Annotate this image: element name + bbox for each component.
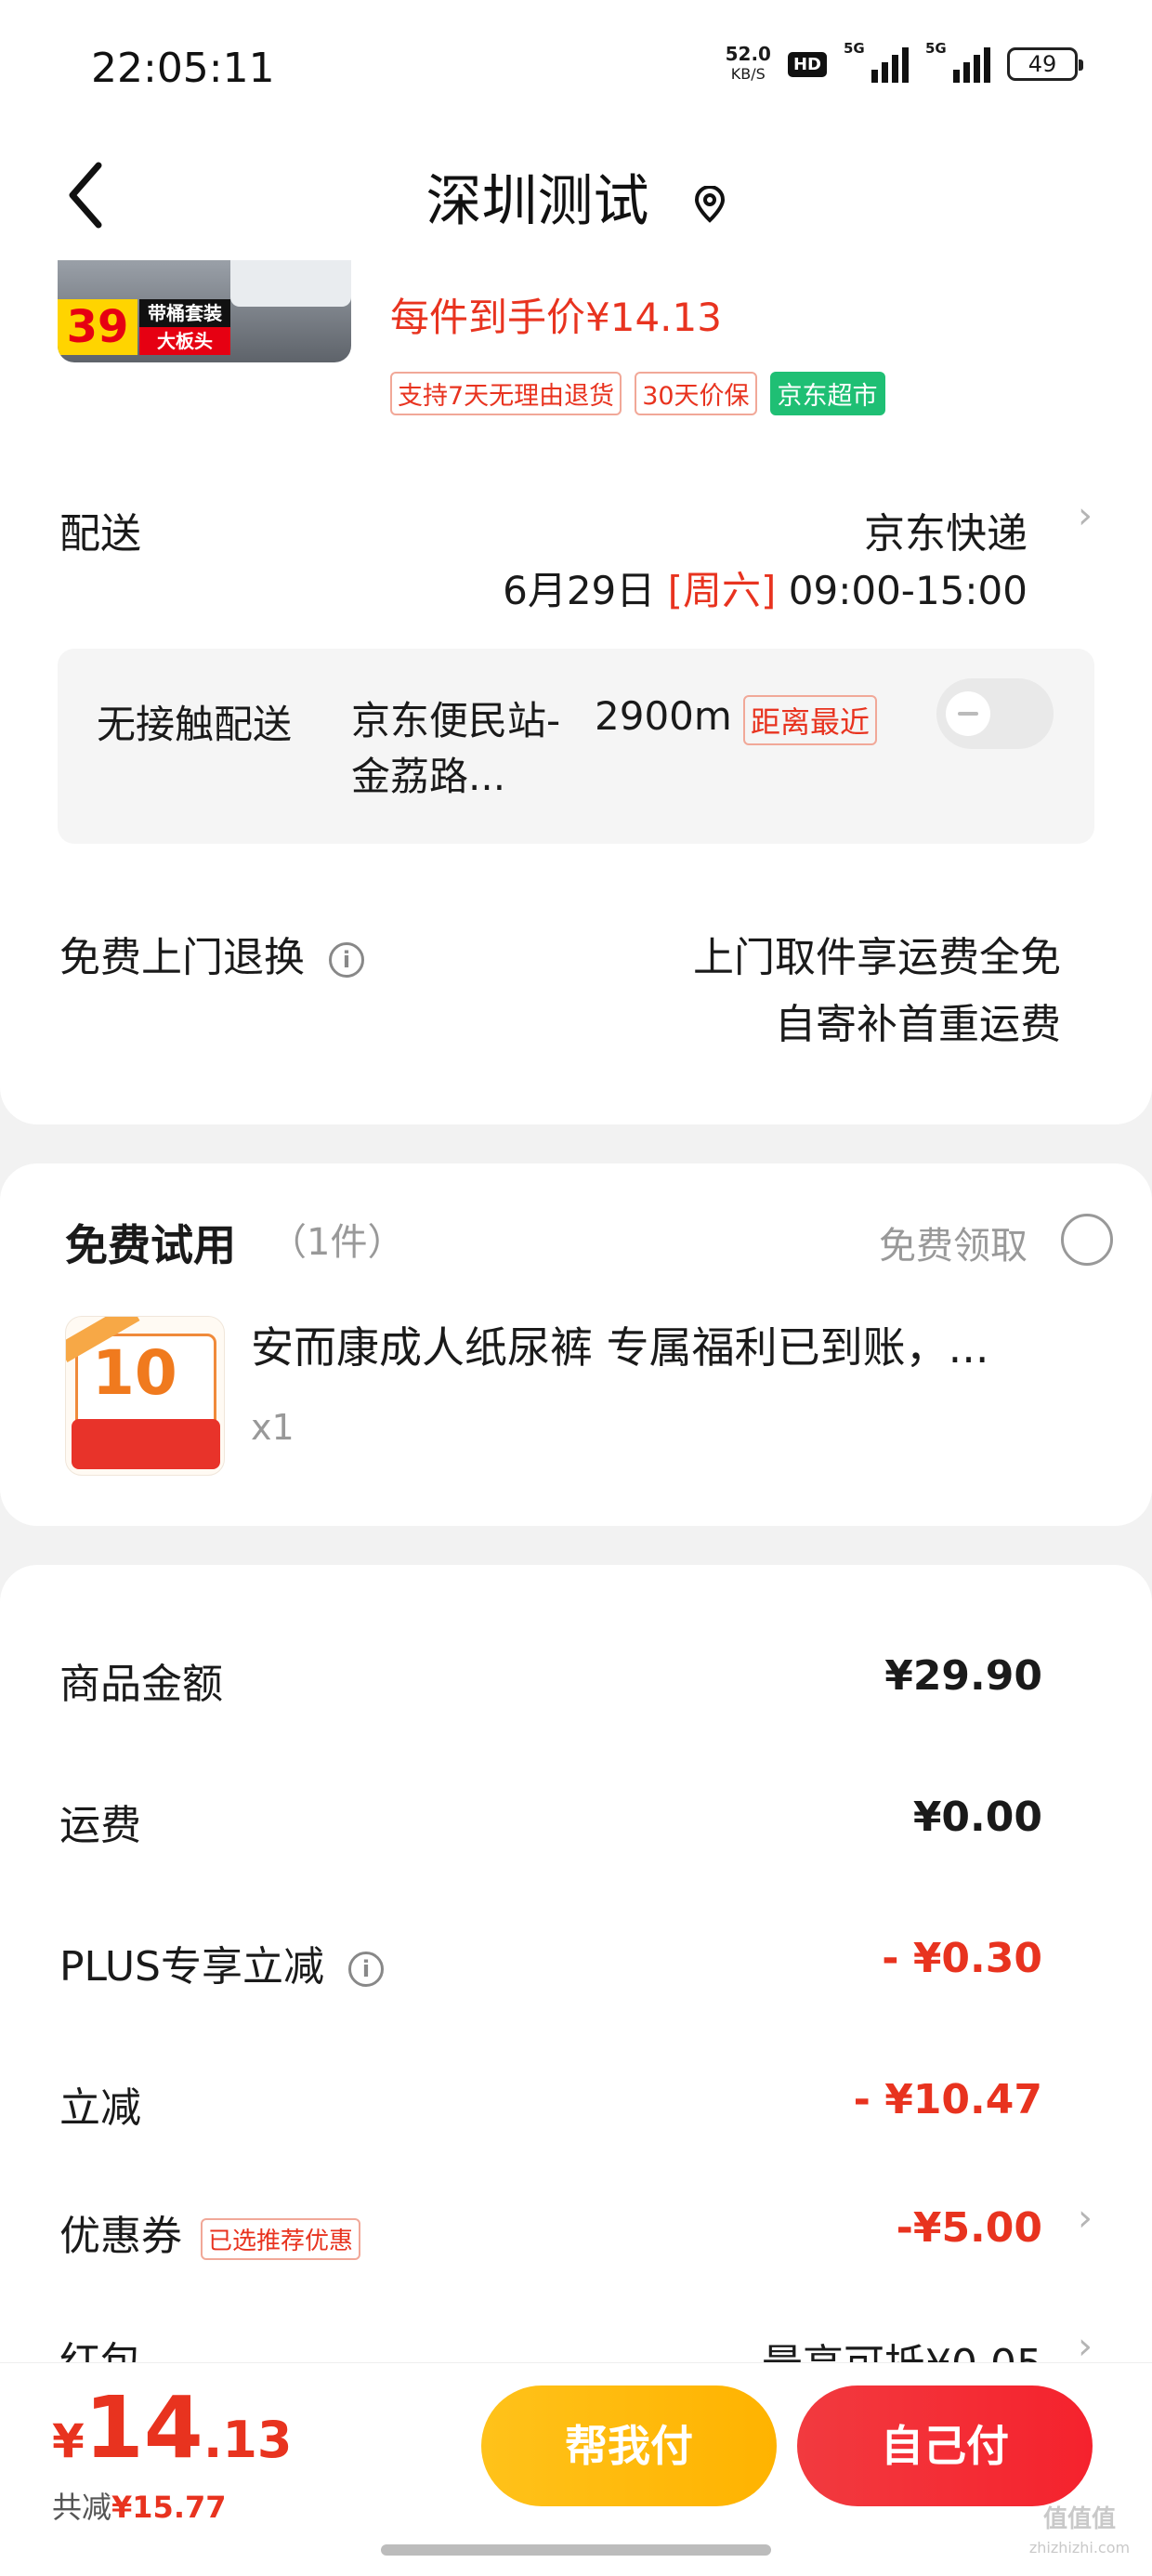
trial-count: （1件） [269, 1221, 405, 1264]
watermark-sub: zhizhizhi.com [1028, 2539, 1131, 2556]
product-image-tub [230, 260, 351, 307]
signal-label-2: 5G [925, 40, 947, 57]
coupon-row[interactable]: 优惠券 已选推荐优惠 [59, 2202, 361, 2262]
total-saved: 共减¥15.77 [52, 2484, 227, 2527]
plus-discount-label: PLUS专享立减 [59, 1943, 324, 1991]
pickup-station: 京东便民站-金荔路... [351, 698, 561, 799]
total-decimal: .13 [203, 2411, 293, 2469]
plus-discount-row: PLUS专享立减 i [59, 1933, 384, 1992]
delivery-date: 6月29日 [503, 568, 656, 613]
thumb-tag-size: 大板头 [139, 327, 230, 355]
signal-icon-2: 5G [925, 40, 990, 83]
trial-claim-label: 免费领取 [879, 1225, 1028, 1268]
goods-amount-value: ¥29.90 [884, 1652, 1042, 1700]
contactless-label: 无接触配送 [97, 702, 293, 747]
thumb-tag-bucket: 带桶套装 [139, 299, 230, 327]
network-speed: 52.0 KB/S [726, 45, 771, 84]
trial-item-name[interactable]: 安而康成人纸尿裤 专属福利已到账，... [251, 1314, 1031, 1375]
battery-icon: 49 [1007, 47, 1083, 81]
delivery-window: 09:00-15:00 [788, 568, 1028, 613]
coupon-image[interactable]: 10 [65, 1316, 225, 1476]
contactless-toggle[interactable] [936, 678, 1054, 749]
saved-label: 共减 [52, 2490, 112, 2525]
total-price: ¥14.13 [52, 2378, 293, 2477]
coupon-value: 10 [92, 1337, 177, 1409]
nearest-tag: 距离最近 [743, 695, 878, 745]
info-icon[interactable]: i [348, 1952, 384, 1987]
free-return-label: 免费上门退换 [59, 934, 305, 981]
trial-item-qty: x1 [251, 1407, 295, 1448]
shipping-fee-value: ¥0.00 [912, 1794, 1042, 1841]
hd-icon: HD [787, 51, 827, 77]
saved-value: ¥15.77 [111, 2490, 227, 2525]
contactless-delivery-box: 无接触配送 京东便民站-金荔路... 2900m 距离最近 [58, 649, 1094, 844]
help-me-pay-button[interactable]: 帮我付 [481, 2385, 777, 2506]
service-badges: 支持7天无理由退货 30天价保 京东超市 [390, 372, 885, 415]
instant-discount-label: 立减 [59, 2084, 141, 2132]
home-indicator[interactable] [381, 2544, 771, 2556]
price-summary-card: 商品金额 ¥29.90 运费 ¥0.00 PLUS专享立减 i - ¥0.30 立… [0, 1565, 1152, 2401]
info-icon[interactable]: i [329, 942, 364, 978]
return-self-send-text: 自寄补首重运费 [775, 1001, 1061, 1048]
trial-claim-radio[interactable] [1061, 1214, 1113, 1266]
status-icons: 52.0 KB/S HD 5G 5G 49 [726, 40, 1083, 84]
toggle-knob [946, 691, 990, 736]
product-thumbnail[interactable]: 39 带桶套装 大板头 [58, 260, 351, 362]
status-time: 22:05:11 [91, 45, 275, 92]
order-info-card: 39 带桶套装 大板头 每件到手价¥14.13 支持7天无理由退货 30天价保 … [0, 251, 1152, 1124]
status-bar: 22:05:11 52.0 KB/S HD 5G 5G 49 [0, 0, 1152, 139]
thumb-price-badge: 39 [58, 299, 137, 355]
return-pickup-text: 上门取件享运费全免 [693, 934, 1061, 981]
network-speed-value: 52.0 [725, 43, 771, 65]
coupon-label: 优惠券 [59, 2213, 182, 2260]
signal-label: 5G [844, 40, 865, 57]
goods-amount-label: 商品金额 [59, 1661, 223, 1708]
page-title[interactable]: 深圳测试 [0, 156, 1152, 237]
chevron-right-icon[interactable]: › [1078, 494, 1093, 537]
chevron-right-icon[interactable]: › [1078, 2197, 1093, 2240]
instant-discount-value: - ¥10.47 [853, 2076, 1042, 2123]
free-trial-card: 免费试用 （1件） 免费领取 10 安而康成人纸尿裤 专属福利已到账，... x… [0, 1163, 1152, 1526]
badge-jd-supermarket: 京东超市 [769, 372, 885, 415]
coupon-value[interactable]: -¥5.00 [897, 2204, 1042, 2252]
free-return-row: 免费上门退换 i [59, 924, 364, 983]
delivery-weekday: [周六] [667, 568, 777, 613]
unit-price: 每件到手价¥14.13 [390, 295, 722, 340]
network-speed-unit: KB/S [730, 65, 766, 83]
total-integer: 14 [84, 2378, 203, 2477]
delivery-label: 配送 [59, 510, 141, 558]
page-title-text: 深圳测试 [425, 169, 649, 234]
delivery-time[interactable]: 6月29日 [周六] 09:00-15:00 [503, 559, 1028, 616]
trial-title: 免费试用 [65, 1220, 236, 1270]
total-currency: ¥ [52, 2414, 85, 2468]
badge-price-protect: 30天价保 [635, 372, 757, 415]
watermark-text: 值值值 [1042, 2505, 1116, 2533]
station-distance: 2900m [595, 693, 732, 739]
coupon-image-bottom [72, 1419, 220, 1469]
location-pin-icon [693, 172, 727, 237]
plus-discount-value: - ¥0.30 [882, 1935, 1042, 1982]
nav-bar: 深圳测试 [0, 139, 1152, 251]
shipping-fee-label: 运费 [59, 1802, 141, 1849]
coupon-recommended-tag: 已选推荐优惠 [201, 2217, 361, 2260]
signal-icon: 5G [844, 40, 909, 83]
pay-myself-button[interactable]: 自己付 [797, 2385, 1093, 2506]
delivery-method[interactable]: 京东快递 [864, 500, 1028, 559]
watermark: 值值值 zhizhizhi.com [1015, 2500, 1145, 2557]
badge-return: 支持7天无理由退货 [390, 372, 622, 415]
